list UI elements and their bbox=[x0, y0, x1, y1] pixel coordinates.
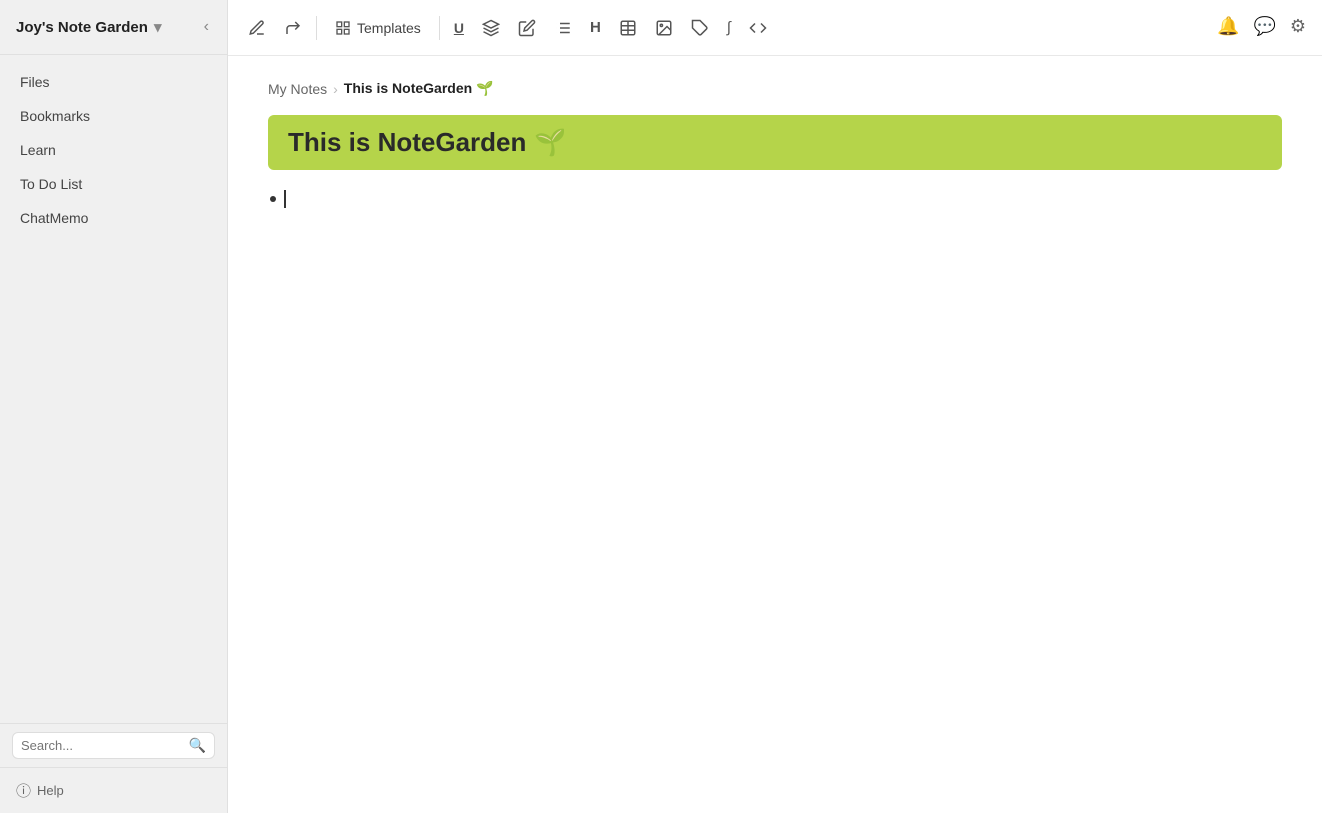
templates-icon bbox=[335, 20, 351, 36]
table-button[interactable] bbox=[611, 13, 645, 43]
underline-icon: U bbox=[454, 20, 464, 36]
help-button[interactable]: ⓘ Help bbox=[16, 780, 64, 801]
workspace-title: Joy's Note Garden ▾ bbox=[16, 18, 161, 36]
image-icon bbox=[655, 19, 673, 37]
workspace-dropdown-icon[interactable]: ▾ bbox=[154, 18, 162, 36]
search-container: 🔍 bbox=[0, 723, 227, 767]
table-icon bbox=[619, 19, 637, 37]
sidebar-item-bookmarks[interactable]: Bookmarks bbox=[0, 99, 227, 133]
list-button[interactable] bbox=[546, 13, 580, 43]
note-title-text: This is NoteGarden 🌱 bbox=[288, 127, 1262, 158]
settings-icon: ⚙ bbox=[1290, 16, 1306, 36]
sidebar-footer: ⓘ Help bbox=[0, 767, 227, 813]
bullet-dot bbox=[270, 196, 276, 202]
breadcrumb-separator: › bbox=[333, 81, 338, 97]
toolbar-divider-1 bbox=[316, 16, 317, 40]
notification-button[interactable]: 🔔 bbox=[1215, 14, 1241, 39]
bullet-line bbox=[268, 186, 1282, 212]
chat-icon: 💬 bbox=[1253, 16, 1275, 36]
settings-button[interactable]: ⚙ bbox=[1288, 14, 1308, 39]
search-icon: 🔍 bbox=[189, 737, 206, 754]
code-button[interactable] bbox=[741, 13, 775, 43]
note-title-bar: This is NoteGarden 🌱 bbox=[268, 115, 1282, 170]
edit-icon bbox=[518, 19, 536, 37]
notification-icon: 🔔 bbox=[1217, 16, 1239, 36]
tag-button[interactable] bbox=[683, 13, 717, 43]
help-circle-icon: ⓘ bbox=[16, 780, 31, 801]
list-icon bbox=[554, 19, 572, 37]
search-icon-button[interactable]: 🔍 bbox=[189, 737, 206, 754]
collapse-sidebar-button[interactable]: ‹ bbox=[200, 16, 213, 38]
sidebar-item-files[interactable]: Files bbox=[0, 65, 227, 99]
note-title-label[interactable]: This is NoteGarden bbox=[288, 127, 526, 158]
sidebar-header: Joy's Note Garden ▾ ‹ bbox=[0, 0, 227, 55]
templates-label: Templates bbox=[357, 20, 421, 36]
formula-button[interactable]: ∫ bbox=[719, 13, 739, 42]
search-input[interactable] bbox=[21, 738, 183, 753]
redo-tool-button[interactable] bbox=[276, 13, 310, 43]
workspace-title-text: Joy's Note Garden bbox=[16, 19, 148, 36]
breadcrumb-parent[interactable]: My Notes bbox=[268, 81, 327, 97]
image-button[interactable] bbox=[647, 13, 681, 43]
pen-tool-button[interactable] bbox=[240, 13, 274, 43]
tag-icon bbox=[691, 19, 709, 37]
redo-icon bbox=[284, 19, 302, 37]
sidebar-item-learn[interactable]: Learn bbox=[0, 133, 227, 167]
underline-button[interactable]: U bbox=[446, 14, 472, 42]
toolbar: Templates U H bbox=[228, 0, 1322, 56]
sidebar: Joy's Note Garden ▾ ‹ FilesBookmarksLear… bbox=[0, 0, 228, 813]
edit-button[interactable] bbox=[510, 13, 544, 43]
top-right-icons: 🔔 💬 ⚙ bbox=[1215, 14, 1308, 39]
chat-button[interactable]: 💬 bbox=[1251, 14, 1277, 39]
toolbar-divider-2 bbox=[439, 16, 440, 40]
help-label: Help bbox=[37, 783, 64, 798]
code-icon bbox=[749, 19, 767, 37]
templates-button[interactable]: Templates bbox=[323, 14, 433, 42]
sidebar-item-todo[interactable]: To Do List bbox=[0, 167, 227, 201]
text-cursor bbox=[284, 190, 286, 208]
sidebar-nav: FilesBookmarksLearnTo Do ListChatMemo bbox=[0, 55, 227, 723]
highlight-button[interactable] bbox=[474, 13, 508, 43]
editor-area: My Notes › This is NoteGarden 🌱 This is … bbox=[228, 56, 1322, 813]
search-wrapper: 🔍 bbox=[12, 732, 215, 759]
highlight-icon bbox=[482, 19, 500, 37]
breadcrumb-current: This is NoteGarden 🌱 bbox=[344, 80, 494, 97]
heading-button[interactable]: H bbox=[582, 13, 609, 42]
main-content: 🔔 💬 ⚙ Templates U bbox=[228, 0, 1322, 813]
sidebar-item-chatmemo[interactable]: ChatMemo bbox=[0, 201, 227, 235]
formula-icon: ∫ bbox=[727, 19, 731, 36]
pen-icon bbox=[248, 19, 266, 37]
note-title-emoji: 🌱 bbox=[534, 127, 566, 158]
heading-icon: H bbox=[590, 19, 601, 36]
breadcrumb: My Notes › This is NoteGarden 🌱 bbox=[268, 80, 1282, 97]
editor-content[interactable] bbox=[268, 182, 1282, 212]
